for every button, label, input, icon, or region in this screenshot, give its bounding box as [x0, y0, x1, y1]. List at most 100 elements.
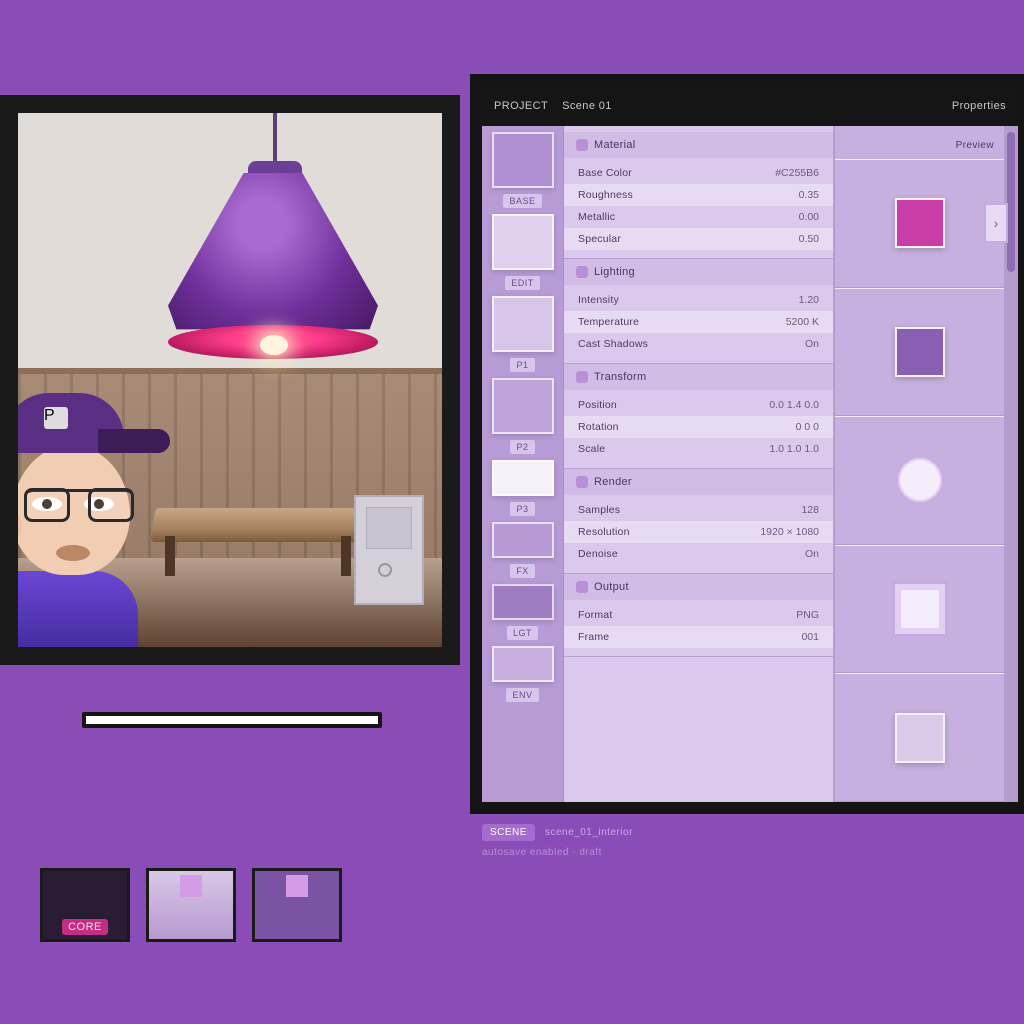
swatch-label: ENV [506, 688, 538, 702]
character[interactable]: P [0, 393, 178, 653]
property-section: Render Samples128 Resolution 1920 × 1080 Den… [564, 469, 833, 574]
section-header[interactable]: Material [564, 132, 833, 158]
section-title: Render [594, 476, 632, 488]
cabinet-knob [378, 563, 392, 577]
preview-slot[interactable] [835, 416, 1004, 545]
property-row[interactable]: Roughness0.35 [564, 184, 833, 206]
property-row[interactable]: Scale 1.0 1.0 1.0 [564, 438, 833, 460]
thumbnail-strip: CORE [40, 868, 342, 942]
property-value[interactable]: 0.35 [799, 189, 819, 201]
character-shirt [0, 571, 138, 665]
titlebar-right: Properties [952, 100, 1006, 112]
property-value[interactable]: 001 [801, 631, 819, 643]
property-section: Output Format PNG Frame001 [564, 574, 833, 657]
thumbnail-preview [180, 875, 202, 897]
property-value[interactable]: On [805, 338, 819, 350]
window-titlebar[interactable]: PROJECT Scene 01 Properties [482, 86, 1018, 126]
table-prop[interactable] [153, 508, 363, 578]
property-row[interactable]: Metallic 0.00 [564, 206, 833, 228]
color-swatch[interactable] [492, 460, 554, 496]
asset-thumbnail[interactable] [146, 868, 236, 942]
glasses-icon [24, 489, 134, 519]
property-label: Metallic [578, 211, 615, 223]
asset-thumbnail[interactable] [252, 868, 342, 942]
section-icon [576, 581, 588, 593]
property-label: Scale [578, 443, 605, 455]
swatch-panel: BASEEDITP1P2P3FXLGTENV [482, 86, 564, 802]
color-swatch[interactable] [492, 378, 554, 434]
swatch-label: EDIT [505, 276, 540, 290]
frame-preview-icon [892, 581, 948, 637]
section-header[interactable]: Lighting [564, 259, 833, 285]
section-header[interactable]: Transform [564, 364, 833, 390]
section-icon [576, 266, 588, 278]
property-value[interactable]: 0.0 1.4 0.0 [769, 399, 819, 411]
property-list: MaterialBase Color#C255B6Roughness0.35Me… [564, 86, 834, 802]
property-row[interactable]: Resolution 1920 × 1080 [564, 521, 833, 543]
color-swatch[interactable] [492, 522, 554, 558]
property-value[interactable]: 5200 K [786, 316, 819, 328]
property-value[interactable]: 0 0 0 [796, 421, 819, 433]
property-value[interactable]: 1920 × 1080 [760, 526, 819, 538]
character-ear [0, 511, 22, 541]
property-row[interactable]: Position0.0 1.4 0.0 [564, 394, 833, 416]
section-header[interactable]: Render [564, 469, 833, 495]
color-swatch[interactable] [492, 132, 554, 188]
asset-thumbnail[interactable]: CORE [40, 868, 130, 942]
scrollbar-thumb[interactable] [1007, 132, 1015, 272]
section-icon [576, 139, 588, 151]
property-row[interactable]: Temperature 5200 K [564, 311, 833, 333]
property-row[interactable]: Format PNG [564, 604, 833, 626]
property-row[interactable]: Specular0.50 [564, 228, 833, 250]
material-preview-panel: Preview › [834, 86, 1004, 802]
character-mouth [56, 545, 90, 561]
color-swatch[interactable] [492, 214, 554, 270]
preview-slot[interactable] [835, 673, 1004, 802]
property-value[interactable]: 0.50 [799, 233, 819, 245]
property-row[interactable]: Intensity 1.20 [564, 289, 833, 311]
property-value[interactable]: 0.00 [799, 211, 819, 223]
property-value[interactable]: 1.20 [799, 294, 819, 306]
preview-slot[interactable] [835, 288, 1004, 417]
color-swatch[interactable] [492, 646, 554, 682]
property-row[interactable]: Rotation0 0 0 [564, 416, 833, 438]
property-row[interactable]: Base Color#C255B6 [564, 162, 833, 184]
cap-brim [98, 429, 170, 453]
property-label: Intensity [578, 294, 619, 306]
thumbnail-badge: CORE [62, 919, 108, 935]
swatch-label: P3 [510, 502, 534, 516]
section-title: Material [594, 139, 636, 151]
color-swatch[interactable] [492, 584, 554, 620]
preview-slot[interactable] [835, 545, 1004, 674]
property-section: Transform Position0.0 1.4 0.0Rotation0 0 … [564, 364, 833, 469]
preview-slot[interactable]: › [835, 159, 1004, 288]
viewport-window[interactable]: P [0, 95, 460, 665]
property-value[interactable]: 128 [801, 504, 819, 516]
color-chip [895, 713, 945, 763]
chevron-right-icon[interactable]: › [984, 203, 1008, 243]
properties-window: PROJECT Scene 01 Properties BASEEDITP1P2… [470, 74, 1024, 814]
swatch-label: FX [510, 564, 535, 578]
property-row[interactable]: Samples128 [564, 499, 833, 521]
property-value[interactable]: #C255B6 [775, 167, 819, 179]
thumbnail-preview [286, 875, 308, 897]
property-value[interactable]: On [805, 548, 819, 560]
property-label: Temperature [578, 316, 639, 328]
property-value[interactable]: 1.0 1.0 1.0 [769, 443, 819, 455]
property-section: Lighting Intensity 1.20 Temperature 5200 K Ca… [564, 259, 833, 364]
property-row[interactable]: Cast ShadowsOn [564, 333, 833, 355]
property-row[interactable]: Frame001 [564, 626, 833, 648]
color-swatch[interactable] [492, 296, 554, 352]
property-label: Format [578, 609, 612, 621]
swatch-label: LGT [507, 626, 538, 640]
property-label: Resolution [578, 526, 630, 538]
property-row[interactable]: DenoiseOn [564, 543, 833, 565]
status-tag: SCENE [482, 824, 535, 841]
scrollbar[interactable] [1004, 86, 1018, 802]
titlebar-left: PROJECT [494, 100, 548, 112]
section-header[interactable]: Output [564, 574, 833, 600]
cabinet-prop[interactable] [354, 495, 424, 605]
swatch-label: P2 [510, 440, 534, 454]
color-chip [895, 198, 945, 248]
property-value[interactable]: PNG [796, 609, 819, 621]
